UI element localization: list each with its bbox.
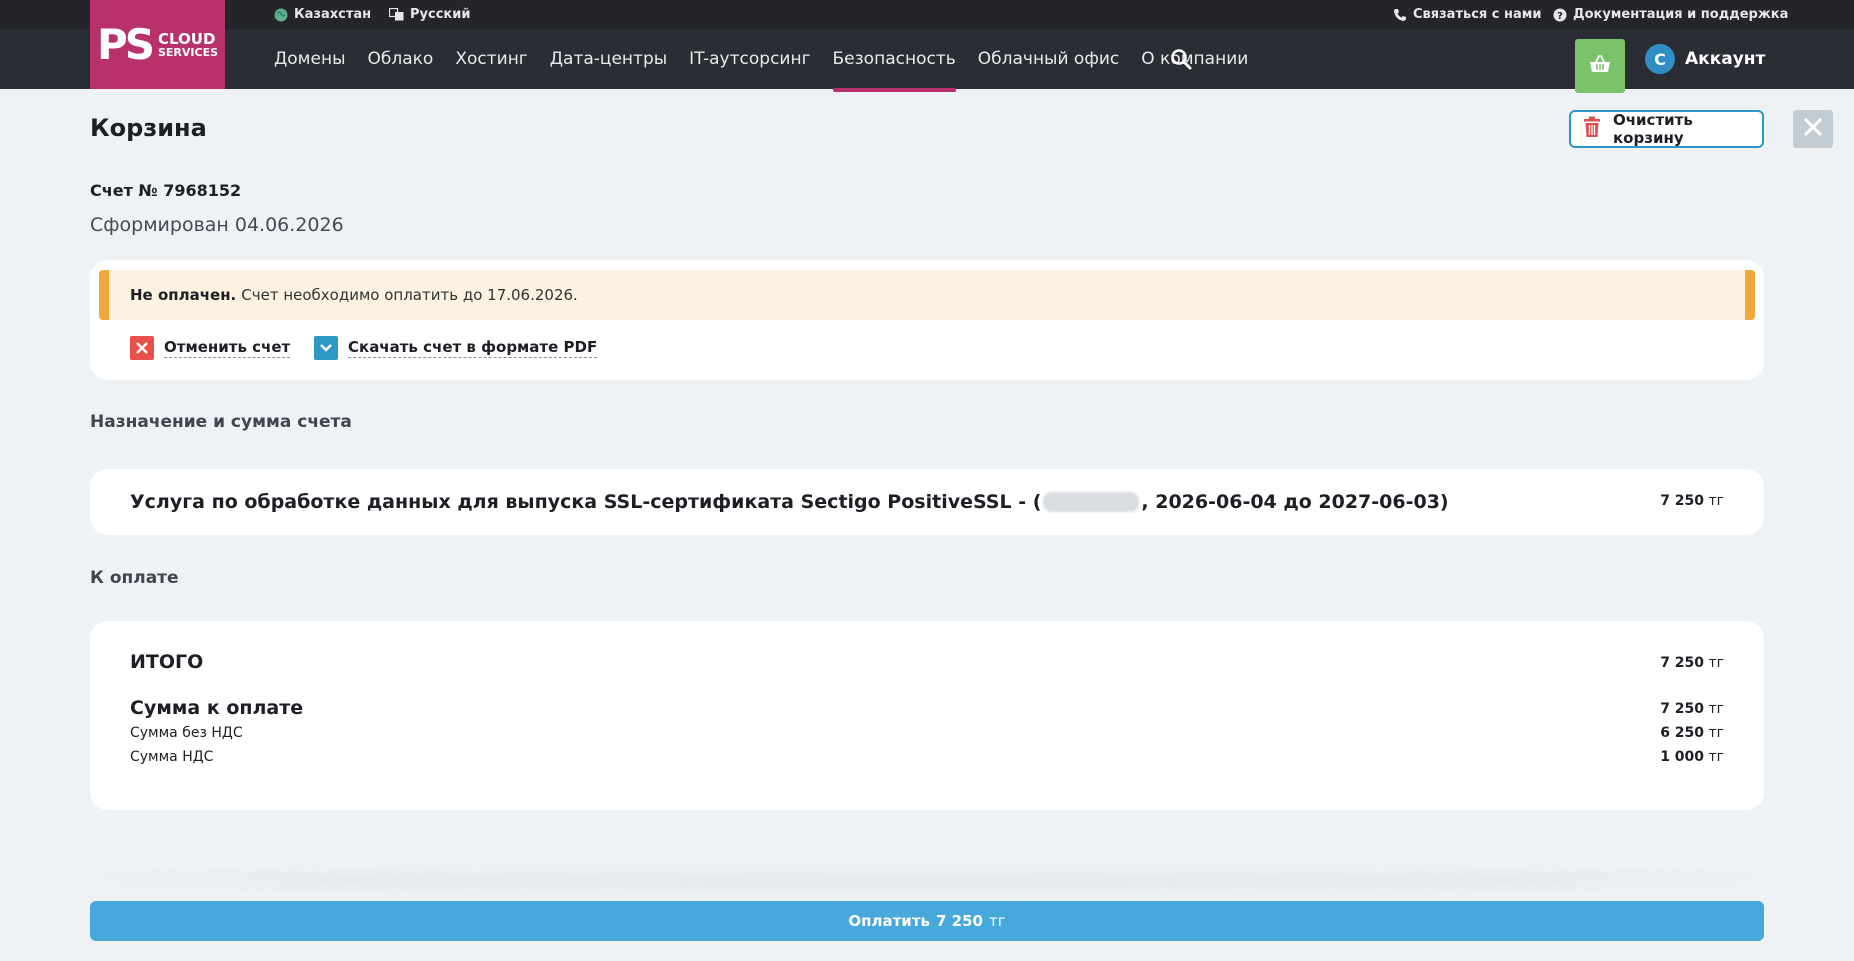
phone-icon bbox=[1393, 8, 1407, 22]
logo-line2: SERVICES bbox=[158, 45, 219, 59]
alert-title: Не оплачен. bbox=[130, 286, 237, 304]
trash-icon bbox=[1583, 116, 1601, 142]
docs-link[interactable]: ? Документация и поддержка bbox=[1553, 0, 1788, 29]
nav-item-it-outsourcing[interactable]: IT-аутсорсинг bbox=[689, 29, 810, 89]
globe-icon bbox=[274, 8, 288, 22]
language-label: Русский bbox=[410, 7, 471, 22]
pay-button[interactable]: Оплатить 7 250 тг bbox=[90, 901, 1764, 941]
vat-amount: 1 000 bbox=[1660, 749, 1705, 765]
main-nav: Домены Облако Хостинг Дата-центры IT-аут… bbox=[274, 29, 1270, 92]
clear-cart-button[interactable]: Очистить корзину bbox=[1569, 110, 1764, 148]
due-price: 7 250 тг bbox=[1660, 701, 1724, 717]
translate-icon bbox=[389, 8, 404, 21]
nav-item-cloud[interactable]: Облако bbox=[368, 29, 434, 89]
line-item-price: 7 250 тг bbox=[1660, 493, 1724, 509]
nav-item-hosting[interactable]: Хостинг bbox=[455, 29, 527, 89]
pay-amount: 7 250 bbox=[936, 912, 983, 930]
pay-label: Оплатить bbox=[848, 912, 930, 930]
download-pdf-link[interactable]: Скачать счет в формате PDF bbox=[314, 335, 598, 361]
docs-label: Документация и поддержка bbox=[1573, 7, 1789, 22]
logo-mark: PS bbox=[96, 19, 155, 69]
contact-label: Связаться с нами bbox=[1413, 7, 1542, 22]
due-currency: тг bbox=[1708, 701, 1724, 717]
no-vat-currency: тг bbox=[1708, 725, 1724, 741]
account-label: Аккаунт bbox=[1685, 49, 1766, 69]
nav-item-cloud-office[interactable]: Облачный офис bbox=[978, 29, 1120, 89]
nav-item-security[interactable]: Безопасность bbox=[832, 29, 956, 92]
account-menu[interactable]: С Аккаунт bbox=[1645, 44, 1765, 74]
total-label: ИТОГО bbox=[130, 651, 204, 673]
avatar: С bbox=[1645, 44, 1675, 74]
scroll-shadow bbox=[90, 868, 1764, 888]
page-title: Корзина bbox=[90, 114, 207, 142]
close-button[interactable] bbox=[1793, 110, 1833, 148]
nav-item-domains[interactable]: Домены bbox=[274, 29, 346, 89]
region-selector[interactable]: Казахстан bbox=[274, 0, 371, 29]
no-vat-label: Сумма без НДС bbox=[130, 725, 243, 741]
total-amount: 7 250 bbox=[1660, 655, 1705, 671]
language-selector[interactable]: Русский bbox=[389, 0, 470, 29]
invoice-date: Сформирован 04.06.2026 bbox=[90, 214, 344, 236]
vat-currency: тг bbox=[1708, 749, 1724, 765]
help-icon: ? bbox=[1553, 8, 1567, 22]
line-item-amount: 7 250 bbox=[1660, 493, 1705, 509]
clear-cart-label: Очистить корзину bbox=[1613, 111, 1693, 147]
purpose-heading: Назначение и сумма счета bbox=[90, 412, 352, 432]
alert-text: Счет необходимо оплатить до 17.06.2026. bbox=[241, 286, 578, 304]
totals-card: ИТОГО 7 250 тг Сумма к оплате 7 250 тг С… bbox=[90, 621, 1764, 810]
chevron-down-icon bbox=[314, 336, 338, 360]
no-vat-amount: 6 250 bbox=[1660, 725, 1705, 741]
logo-text: CLOUD SERVICES bbox=[158, 29, 219, 59]
close-icon bbox=[1802, 116, 1824, 142]
logo-line1: CLOUD bbox=[158, 29, 216, 48]
redacted-domain bbox=[1043, 492, 1140, 512]
vat-price: 1 000 тг bbox=[1660, 749, 1724, 765]
line-item-desc-end: , 2026-06-04 до 2027-06-03) bbox=[1141, 491, 1449, 513]
line-item-desc-start: Услуга по обработке данных для выпуска S… bbox=[130, 491, 1042, 513]
total-price: 7 250 тг bbox=[1660, 655, 1724, 671]
search-icon[interactable] bbox=[1170, 48, 1192, 70]
total-currency: тг bbox=[1708, 655, 1724, 671]
basket-icon bbox=[1589, 54, 1611, 78]
contact-link[interactable]: Связаться с нами bbox=[1393, 0, 1542, 29]
region-label: Казахстан bbox=[294, 7, 372, 22]
unpaid-alert: Не оплачен. Счет необходимо оплатить до … bbox=[99, 270, 1755, 320]
download-pdf-label: Скачать счет в формате PDF bbox=[348, 338, 598, 358]
line-item-description: Услуга по обработке данных для выпуска S… bbox=[130, 469, 1449, 535]
logo[interactable]: PS CLOUD SERVICES bbox=[90, 0, 225, 89]
due-amount: 7 250 bbox=[1660, 701, 1705, 717]
cart-button[interactable] bbox=[1575, 39, 1625, 93]
line-item-card: Услуга по обработке данных для выпуска S… bbox=[90, 469, 1764, 535]
cancel-invoice-label: Отменить счет bbox=[164, 338, 291, 358]
invoice-number: Счет № 7968152 bbox=[90, 181, 242, 200]
cancel-icon bbox=[130, 336, 154, 360]
nav-item-about[interactable]: О компании bbox=[1141, 29, 1248, 89]
top-utility-bar: Казахстан Русский Связаться с нами ? Док… bbox=[0, 0, 1854, 29]
cancel-invoice-link[interactable]: Отменить счет bbox=[130, 335, 291, 361]
vat-label: Сумма НДС bbox=[130, 749, 214, 765]
invoice-status-card: Не оплачен. Счет необходимо оплатить до … bbox=[90, 260, 1764, 380]
due-label: Сумма к оплате bbox=[130, 697, 304, 719]
no-vat-price: 6 250 тг bbox=[1660, 725, 1724, 741]
svg-text:?: ? bbox=[1557, 11, 1563, 22]
to-pay-heading: К оплате bbox=[90, 568, 179, 588]
line-item-currency: тг bbox=[1708, 493, 1724, 509]
nav-item-datacenters[interactable]: Дата-центры bbox=[550, 29, 667, 89]
pay-currency: тг bbox=[988, 912, 1006, 930]
